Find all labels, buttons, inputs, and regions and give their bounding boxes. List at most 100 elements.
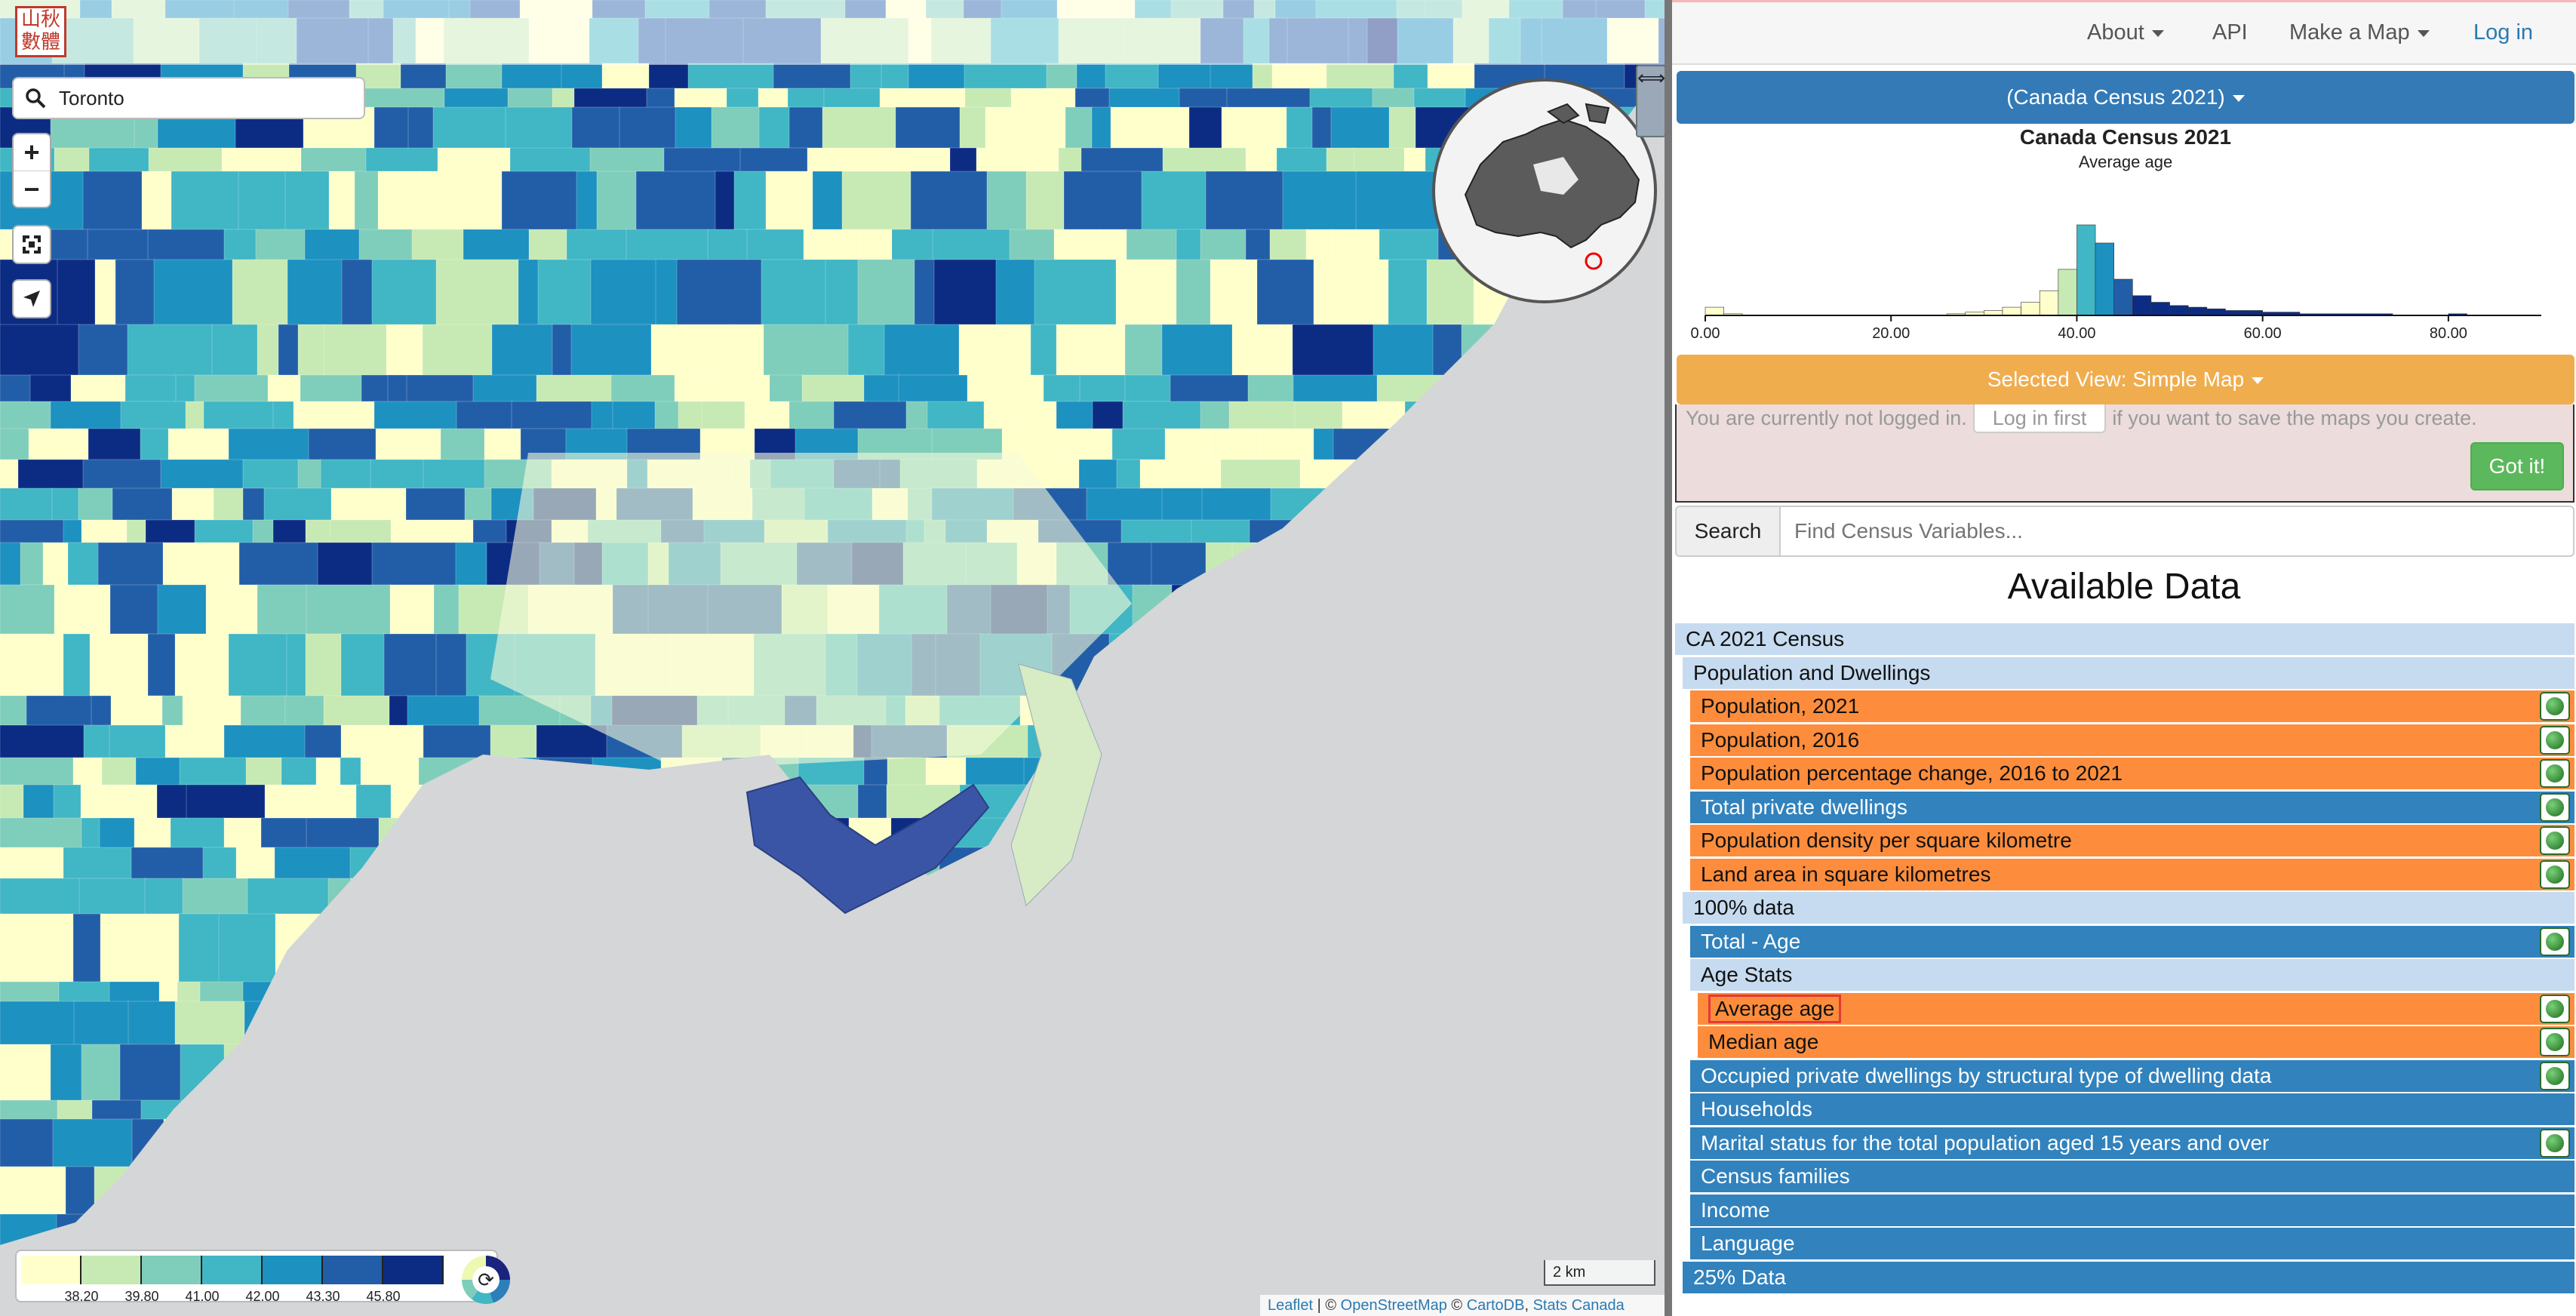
- histogram-bar: [2076, 224, 2096, 316]
- nav-login-link[interactable]: Log in: [2473, 20, 2533, 45]
- globe-map-icon[interactable]: [2540, 994, 2570, 1023]
- nav-make-map-dropdown[interactable]: Make a Map: [2289, 20, 2430, 45]
- histogram-tick-label: 40.00: [2058, 325, 2095, 342]
- variable-row[interactable]: Total - Age: [1690, 925, 2574, 958]
- variable-row[interactable]: Population and Dwellings: [1683, 656, 2574, 689]
- map-attribution: Leaflet | © OpenStreetMap © CartoDB, Sta…: [1260, 1295, 1669, 1316]
- legend-swatch: [21, 1256, 81, 1284]
- histogram-bar: [2113, 278, 2133, 316]
- map-view[interactable]: 山秋 數體 Toronto + − ⟺ 38.20 39.80 41.00 42.00 4…: [0, 0, 1669, 1316]
- panel-resize-divider[interactable]: [1665, 0, 1672, 1316]
- variable-search-group: Search: [1675, 506, 2574, 557]
- variable-search-input[interactable]: [1781, 506, 2574, 557]
- variable-label: Marital status for the total population …: [1701, 1130, 2270, 1155]
- variable-label: Language: [1701, 1231, 1795, 1255]
- location-search-input[interactable]: Toronto: [12, 77, 365, 119]
- variable-row[interactable]: Median age: [1698, 1026, 2574, 1058]
- legend-break-label: 42.00: [245, 1289, 280, 1304]
- globe-map-icon[interactable]: [2540, 1028, 2570, 1056]
- login-notice-text: You are currently not logged in. Log in f…: [1686, 404, 2477, 433]
- variable-row[interactable]: Income: [1690, 1194, 2574, 1226]
- data-panel: (Canada Census 2021) Canada Census 2021 …: [1672, 65, 2576, 1316]
- zoom-out-button[interactable]: −: [14, 171, 50, 207]
- age-histogram[interactable]: 0.00 20.00 40.00 60.00 80.00: [1672, 171, 2576, 352]
- variable-row[interactable]: Language: [1690, 1228, 2574, 1259]
- choropleth-map[interactable]: [0, 0, 1669, 1316]
- canada-minimap[interactable]: [1432, 78, 1657, 303]
- globe-map-icon[interactable]: [2540, 725, 2570, 755]
- variable-search-label: Search: [1675, 506, 1781, 557]
- legend-swatch: [81, 1256, 142, 1284]
- globe-map-icon[interactable]: [2540, 1128, 2570, 1158]
- nav-about-dropdown[interactable]: About: [2087, 20, 2164, 45]
- minimap-toggle-button[interactable]: ⟺: [1636, 65, 1666, 137]
- fullscreen-control[interactable]: [12, 225, 51, 264]
- login-notice-after: if you want to save the maps you create.: [2112, 407, 2477, 429]
- scale-bar: 2 km: [1544, 1260, 1655, 1286]
- variable-label: Census families: [1701, 1164, 1850, 1188]
- got-it-button[interactable]: Got it!: [2470, 442, 2564, 490]
- globe-map-icon[interactable]: [2540, 826, 2570, 855]
- nav-about-label: About: [2087, 20, 2144, 45]
- globe-map-icon[interactable]: [2540, 792, 2570, 822]
- globe-map-icon[interactable]: [2540, 759, 2570, 788]
- fullscreen-icon[interactable]: [14, 226, 50, 263]
- map-top-band: [0, 0, 1669, 65]
- variable-label: Occupied private dwellings by structural…: [1701, 1063, 2272, 1087]
- nav-api-link[interactable]: API: [2212, 20, 2248, 45]
- globe-map-icon[interactable]: [2540, 692, 2570, 721]
- histogram-bar: [2169, 305, 2189, 316]
- leaflet-link[interactable]: Leaflet: [1268, 1297, 1313, 1314]
- histogram-bar: [2187, 306, 2208, 316]
- site-logo[interactable]: 山秋 數體: [15, 6, 66, 57]
- census-select-button[interactable]: (Canada Census 2021): [1677, 71, 2574, 124]
- chevron-down-icon: [2232, 95, 2245, 103]
- legend-swatch: [142, 1256, 202, 1284]
- zoom-in-button[interactable]: +: [14, 134, 50, 171]
- variable-row[interactable]: Total private dwellings: [1690, 791, 2574, 823]
- histogram-bar: [2206, 308, 2226, 316]
- locate-control[interactable]: [12, 279, 51, 318]
- legend-break-label: 38.20: [64, 1289, 99, 1304]
- map-legend: 38.20 39.80 41.00 42.00 43.30 45.80 ⟳: [15, 1250, 510, 1304]
- variable-row[interactable]: 25% Data: [1683, 1261, 2574, 1293]
- variable-row[interactable]: Land area in square kilometres: [1690, 858, 2574, 890]
- histogram-bar: [2039, 290, 2059, 316]
- cartodb-link[interactable]: CartoDB: [1467, 1297, 1525, 1314]
- legend-refresh-button[interactable]: ⟳: [462, 1256, 510, 1304]
- histogram-bar: [2095, 242, 2114, 316]
- variable-label: 100% data: [1693, 896, 1794, 919]
- legend-break-label: 45.80: [366, 1289, 401, 1304]
- variable-row[interactable]: Population, 2021: [1690, 690, 2574, 722]
- statscan-link[interactable]: Stats Canada: [1533, 1297, 1625, 1314]
- view-select-button[interactable]: Selected View: Simple Map: [1677, 355, 2574, 404]
- variable-label: Population density per square kilometre: [1701, 829, 2072, 852]
- osm-link[interactable]: OpenStreetMap: [1341, 1297, 1447, 1314]
- globe-map-icon[interactable]: [2540, 1061, 2570, 1090]
- variable-row[interactable]: Population, 2016: [1690, 724, 2574, 756]
- legend-swatch: [323, 1256, 383, 1284]
- variable-row[interactable]: Population percentage change, 2016 to 20…: [1690, 758, 2574, 789]
- variable-row[interactable]: Age Stats: [1690, 959, 2574, 991]
- variable-label: Median age: [1708, 1030, 1819, 1053]
- histogram-bar: [2021, 302, 2040, 316]
- variable-row[interactable]: Population density per square kilometre: [1690, 825, 2574, 856]
- variable-label: Land area in square kilometres: [1701, 862, 1991, 886]
- variable-row[interactable]: CA 2021 Census: [1675, 623, 2574, 655]
- attribution-sep-3: ,: [1524, 1297, 1533, 1314]
- login-first-button[interactable]: Log in first: [1972, 404, 2107, 433]
- variable-label: Total private dwellings: [1701, 795, 1907, 819]
- variable-row[interactable]: Average age: [1698, 992, 2574, 1025]
- legend-break-label: 39.80: [124, 1289, 159, 1304]
- search-icon: [26, 88, 46, 109]
- variable-row[interactable]: 100% data: [1683, 892, 2574, 924]
- variable-row[interactable]: Occupied private dwellings by structural…: [1690, 1059, 2574, 1092]
- variable-row[interactable]: Marital status for the total population …: [1690, 1127, 2574, 1159]
- variable-row[interactable]: Households: [1690, 1093, 2574, 1125]
- globe-map-icon[interactable]: [2540, 927, 2570, 956]
- variable-row[interactable]: Census families: [1690, 1161, 2574, 1192]
- legend-swatch: [263, 1256, 323, 1284]
- locate-arrow-icon[interactable]: [14, 281, 50, 317]
- globe-map-icon[interactable]: [2540, 859, 2570, 889]
- histogram-title: Canada Census 2021: [2019, 125, 2232, 149]
